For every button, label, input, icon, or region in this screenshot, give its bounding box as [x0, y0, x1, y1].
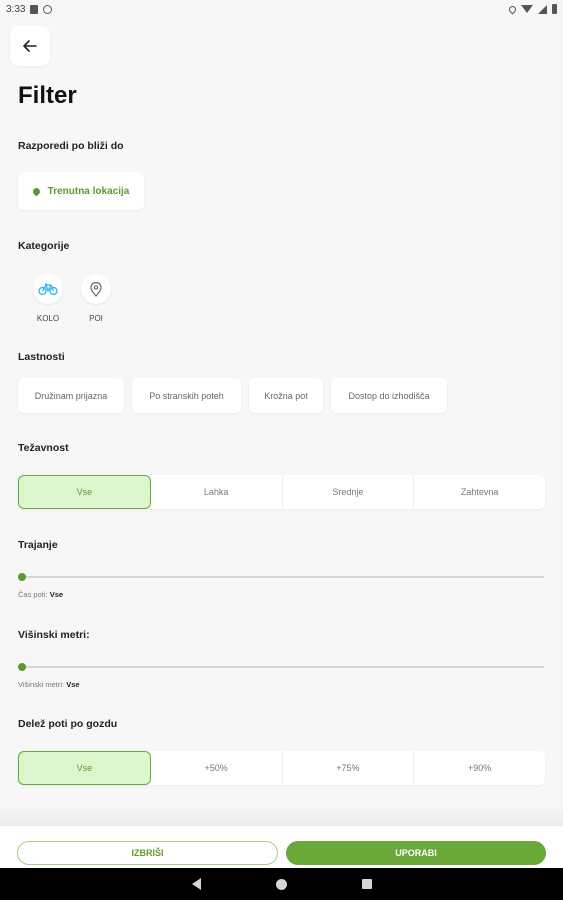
difficulty-option-medium[interactable]: Srednje — [283, 475, 415, 509]
category-poi[interactable]: POI — [81, 274, 111, 323]
chip-family-friendly[interactable]: Družinam prijazna — [18, 378, 124, 413]
elevation-slider-thumb[interactable] — [18, 663, 26, 671]
wifi-icon — [521, 5, 533, 13]
category-bike[interactable]: KOLO — [33, 274, 63, 323]
arrow-left-icon — [23, 40, 37, 52]
nav-recents-icon[interactable] — [361, 879, 372, 889]
category-poi-label: POI — [89, 314, 103, 323]
difficulty-option-hard[interactable]: Zahtevna — [414, 475, 545, 509]
duration-slider-thumb[interactable] — [18, 573, 26, 581]
categories-section-title: Kategorije — [18, 240, 70, 252]
bottom-action-bar: IZBRIŠI UPORABI — [0, 826, 563, 868]
apply-button[interactable]: UPORABI — [286, 841, 546, 865]
current-location-button[interactable]: Trenutna lokacija — [18, 172, 144, 210]
properties-section-title: Lastnosti — [18, 351, 65, 363]
back-button[interactable] — [10, 26, 50, 66]
forest-option-75[interactable]: +75% — [283, 751, 415, 785]
elevation-caption: Višinski metri: Vse — [18, 680, 80, 689]
elevation-slider-track — [18, 666, 544, 668]
nav-home-icon[interactable] — [275, 878, 287, 890]
status-time: 3:33 — [6, 3, 26, 15]
bottom-bar-shadow — [0, 806, 563, 828]
elevation-caption-label: Višinski metri: — [18, 680, 65, 689]
map-pin-icon — [90, 281, 102, 297]
sim-card-icon — [30, 4, 39, 14]
forest-option-90[interactable]: +90% — [414, 751, 545, 785]
duration-caption-value: Vse — [49, 590, 64, 599]
location-icon — [507, 4, 518, 14]
chip-side-paths[interactable]: Po stranskih poteh — [132, 378, 241, 413]
category-bike-label: KOLO — [36, 314, 60, 323]
clear-button[interactable]: IZBRIŠI — [17, 841, 278, 865]
chip-loop-route[interactable]: Krožna pot — [249, 378, 323, 413]
bicycle-icon — [38, 283, 58, 296]
duration-section-title: Trajanje — [18, 539, 58, 551]
battery-icon — [552, 4, 557, 14]
status-bar: 3:33 — [0, 0, 563, 18]
duration-slider[interactable] — [18, 572, 544, 582]
elevation-caption-value: Vse — [66, 680, 80, 689]
difficulty-segmented-control: Vse Lahka Srednje Zahtevna — [18, 475, 545, 509]
difficulty-option-all[interactable]: Vse — [18, 475, 151, 509]
system-navigation-bar — [0, 868, 563, 900]
current-location-label: Trenutna lokacija — [47, 185, 130, 197]
data-saver-icon — [43, 4, 53, 14]
page-title: Filter — [18, 82, 77, 109]
signal-icon — [538, 4, 547, 14]
forest-option-50[interactable]: +50% — [151, 751, 283, 785]
forest-option-all[interactable]: Vse — [18, 751, 151, 785]
sort-section-title: Razporedi po bliži do — [18, 140, 124, 152]
forest-section-title: Delež poti po gozdu — [18, 718, 118, 730]
duration-caption-label: Čas poti: — [18, 590, 48, 599]
duration-caption: Čas poti: Vse — [18, 590, 63, 599]
difficulty-option-easy[interactable]: Lahka — [151, 475, 283, 509]
forest-segmented-control: Vse +50% +75% +90% — [18, 751, 545, 785]
map-pin-icon — [31, 186, 42, 196]
elevation-slider[interactable] — [18, 662, 544, 672]
nav-back-icon[interactable] — [191, 878, 201, 890]
elevation-section-title: Višinski metri: — [18, 629, 90, 641]
difficulty-section-title: Težavnost — [18, 442, 69, 454]
duration-slider-track — [18, 576, 544, 578]
chip-trailhead-access[interactable]: Dostop do izhodišča — [331, 378, 447, 413]
